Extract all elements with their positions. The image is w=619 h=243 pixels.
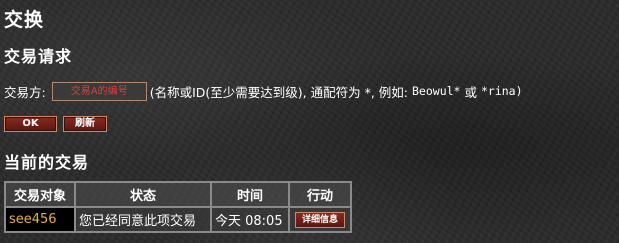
trade-partner-input[interactable] (51, 81, 147, 101)
column-header-target: 交易对象 (4, 181, 76, 208)
trade-status: 您已经同意此项交易 (74, 206, 212, 233)
trade-target-name[interactable]: see456 (4, 206, 76, 233)
hint-or-text: 或 (464, 84, 477, 100)
partner-hint-text: (名称或ID(至少需要达到级), 通配符为 *, 例如: (149, 84, 408, 100)
trade-time: 今天 08:05 (210, 206, 290, 233)
hint-example-1: Beowul* (412, 84, 461, 98)
refresh-button[interactable]: 刷新 (63, 116, 107, 132)
hint-example-2: *rina) (480, 84, 523, 98)
column-header-status: 状态 (74, 181, 212, 208)
ok-button[interactable]: OK (4, 116, 57, 132)
details-button[interactable]: 详细信息 (295, 212, 345, 228)
table-header-row: 交易对象 状态 时间 行动 (4, 181, 352, 208)
column-header-action: 行动 (288, 181, 352, 208)
trade-partner-label: 交易方: (4, 84, 46, 100)
trade-partner-row: 交易方: (名称或ID(至少需要达到级), 通配符为 *, 例如: Beowul… (4, 80, 523, 102)
table-row: see456 您已经同意此项交易 今天 08:05 详细信息 (4, 206, 352, 233)
current-trades-table: 交易对象 状态 时间 行动 see456 您已经同意此项交易 今天 08:05 … (4, 181, 352, 233)
current-trades-heading: 当前的交易 (4, 153, 90, 172)
trade-request-heading: 交易请求 (4, 47, 73, 66)
page-title: 交换 (4, 9, 45, 31)
column-header-time: 时间 (210, 181, 290, 208)
trade-action-cell: 详细信息 (288, 206, 352, 233)
